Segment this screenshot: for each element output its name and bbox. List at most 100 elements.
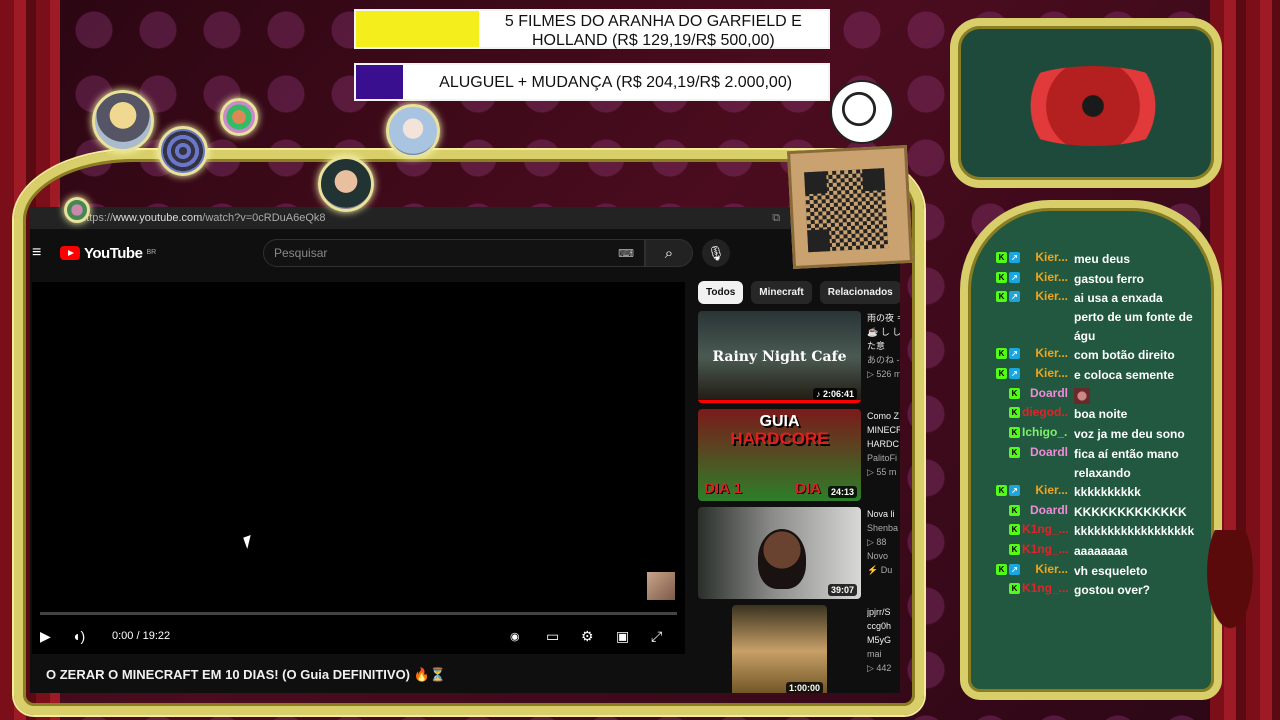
chat-badges: K <box>994 445 1020 458</box>
miniplayer-thumbnail[interactable] <box>647 572 675 600</box>
video-player[interactable]: ▶ ◖) 0:00 / 19:22 ◉ ▭ ⚙ ▣ ⤢ <box>32 282 685 654</box>
duration-badge: 39:07 <box>827 584 857 596</box>
chat-username[interactable]: Kier... <box>1020 483 1068 497</box>
channel-name[interactable]: Shenba <box>867 521 900 535</box>
thumbnail-text: DIA <box>795 480 821 497</box>
chat-badges: K <box>994 542 1020 555</box>
chip-todos[interactable]: Todos <box>698 281 744 304</box>
channel-name[interactable]: mai <box>867 647 900 661</box>
url-domain: www.youtube.com <box>113 212 203 224</box>
search-button[interactable]: ⌕ <box>645 239 693 267</box>
youtube-logo[interactable]: YouTube BR <box>60 245 156 262</box>
chat-username[interactable]: Ichigo_... <box>1020 425 1068 439</box>
chat-username[interactable]: Kier... <box>1020 250 1068 264</box>
thumbnail-text: Rainy Night Cafe <box>712 349 847 365</box>
keyboard-icon[interactable]: ⌨ <box>618 247 634 260</box>
chat-badges: K ↗ <box>994 270 1020 283</box>
chat-username[interactable]: diegod... <box>1020 405 1068 419</box>
chat-text: kkkkkkkkkkkkkkkkkk <box>1074 524 1195 539</box>
youtube-header: ≡ YouTube BR Pesquisar ⌨ ⌕ 🎙 <box>30 237 900 269</box>
video-thumbnail[interactable]: Rainy Night Cafe ♪ 2:06:41 <box>698 311 861 403</box>
eye-frame <box>950 18 1222 188</box>
recommendation-title[interactable]: Nova li <box>867 507 900 521</box>
video-thumbnail[interactable]: 1:00:00 <box>732 605 827 693</box>
donation-goal-2: ALUGUEL + MUDANÇA (R$ 204,19/R$ 2.000,00… <box>354 63 830 101</box>
duration-badge: 1:00:00 <box>785 682 823 693</box>
player-controls: ▶ ◖) 0:00 / 19:22 ◉ ▭ ⚙ ▣ ⤢ <box>32 624 685 648</box>
recommendation-item[interactable]: 39:07 Nova li Shenba ▷ 88 Novo ⚡ Du <box>698 507 900 599</box>
chat-username[interactable]: Doardl <box>1020 386 1068 400</box>
recommendation-title[interactable]: 雨の夜 ＝ ☕ し した意 <box>867 311 900 353</box>
recommendation-item[interactable]: 1:00:00 jpjrr/S ccg0h M5yG mai ▷ 442 <box>698 605 900 693</box>
chat-message: K ↗ Kier... kkkkkkkkkk <box>994 483 1194 503</box>
chat-badges: K ↗ <box>994 346 1020 360</box>
emote-icon <box>1074 387 1090 404</box>
chat-message: K Doardl fica aí então mano relaxando <box>994 445 1194 483</box>
chat-username[interactable]: Doardl <box>1020 503 1068 517</box>
recommendation-title[interactable]: Como Z MINECR HARDC <box>867 409 900 451</box>
recommendation-item[interactable]: Rainy Night Cafe ♪ 2:06:41 雨の夜 ＝ ☕ し した意… <box>698 311 900 403</box>
view-count: ▷ 526 m <box>867 369 900 379</box>
goal-label: ALUGUEL + MUDANÇA (R$ 204,19/R$ 2.000,00… <box>439 74 793 91</box>
chat-username[interactable]: K1ng_... <box>1020 522 1068 536</box>
chat-text: fica aí então mano relaxando <box>1074 446 1179 480</box>
gear-icon[interactable]: ⚙ <box>581 628 594 645</box>
chat-message: K ↗ Kier... e coloca semente <box>994 366 1194 386</box>
chat-message: K Doardl <box>994 386 1194 406</box>
chat-message: K ↗ Kier... vh esqueleto <box>994 562 1194 582</box>
kick-badge-icon: K <box>1009 543 1020 555</box>
volume-icon[interactable]: ◖) <box>72 628 85 644</box>
kick-badge-icon: K <box>1009 387 1020 399</box>
goal-progress-bar <box>356 11 479 47</box>
chat-username[interactable]: Kier... <box>1020 270 1068 284</box>
chat-username[interactable]: Doardl <box>1020 445 1068 459</box>
channel-name[interactable]: PalitoFi <box>867 451 900 465</box>
recommendation-title[interactable]: jpjrr/S ccg0h M5yG <box>867 605 900 647</box>
play-icon[interactable]: ▶ <box>40 628 51 645</box>
chat-message: K ↗ Kier... ai usa a enxada perto de um fon… <box>994 289 1194 346</box>
chat-message: K K1ng_... aaaaaaaa <box>994 542 1194 562</box>
kick-badge-icon: K <box>1009 407 1020 419</box>
kick-badge-icon: K <box>1009 446 1020 458</box>
channel-name[interactable]: あのね - <box>867 353 900 367</box>
address-bar[interactable]: https:// www.youtube.com /watch?v=0cRDuA… <box>30 207 900 229</box>
chat-badges: K ↗ <box>994 289 1020 303</box>
voice-search-button[interactable]: 🎙 <box>702 239 730 267</box>
view-count: ▷ 442 <box>867 663 892 673</box>
chip-minecraft[interactable]: Minecraft <box>751 281 812 304</box>
kick-badge-icon: K <box>996 271 1007 283</box>
install-icon[interactable]: ⧉ <box>772 212 780 225</box>
hamburger-icon[interactable]: ≡ <box>32 244 50 262</box>
chat-username[interactable]: K1ng_... <box>1020 581 1068 595</box>
microphone-icon: 🎙 <box>707 244 725 261</box>
video-thumbnail[interactable]: GUIA HARDCORE DIA 1 DIA 24:13 <box>698 409 861 501</box>
subtitles-icon[interactable]: ▭ <box>546 628 559 645</box>
search-icon: ⌕ <box>664 244 674 262</box>
chat-badges: K <box>994 386 1020 399</box>
chip-relacionados[interactable]: Relacionados <box>819 281 900 304</box>
fullscreen-icon[interactable]: ⤢ <box>651 628 662 645</box>
time-display: 0:00 / 19:22 <box>112 630 171 642</box>
chat-username[interactable]: Kier... <box>1020 346 1068 360</box>
chat-text: boa noite <box>1074 407 1128 422</box>
recommendation-item[interactable]: GUIA HARDCORE DIA 1 DIA 24:13 Como Z MIN… <box>698 409 900 501</box>
thumbnail-text: HARDCORE <box>730 429 829 448</box>
theater-mode-icon[interactable]: ▣ <box>616 628 629 645</box>
search-input[interactable]: Pesquisar ⌨ <box>263 239 645 267</box>
video-thumbnail[interactable]: 39:07 <box>698 507 861 599</box>
mascot-icon <box>830 80 894 144</box>
chat-badges: K ↗ <box>994 562 1020 575</box>
chat-text: ai usa a enxada perto de um fonte de águ <box>1074 291 1193 344</box>
chat-username[interactable]: Kier... <box>1020 366 1068 380</box>
extra-info: ⚡ Du <box>867 565 893 575</box>
chat-message: K K1ng_... kkkkkkkkkkkkkkkkkk <box>994 522 1194 542</box>
autoplay-toggle-icon[interactable]: ◉ <box>510 630 520 643</box>
chat-username[interactable]: Kier... <box>1020 562 1068 576</box>
chat-badges: K <box>994 405 1020 419</box>
chat-username[interactable]: Kier... <box>1020 289 1068 303</box>
thumbnail-person <box>758 529 806 589</box>
chat-username[interactable]: K1ng_... <box>1020 542 1068 556</box>
chat-text: e coloca semente <box>1074 368 1175 383</box>
video-progress-bar[interactable] <box>40 612 677 615</box>
chat-badges: K ↗ <box>994 366 1020 380</box>
